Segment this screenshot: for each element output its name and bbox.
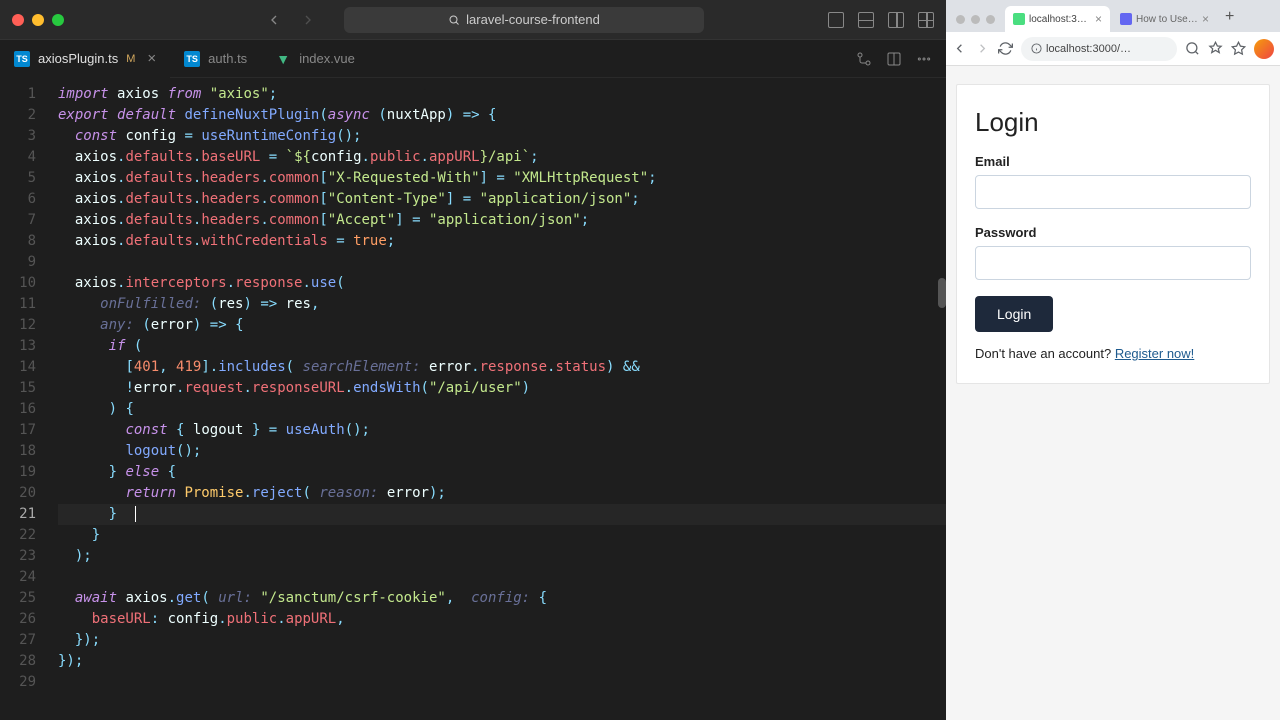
login-card: Login Email Password Login Don't have an…: [956, 84, 1270, 384]
ts-icon: TS: [14, 51, 30, 67]
maximize-window-icon[interactable]: [52, 14, 64, 26]
browser-tab-label: How to Use l…: [1136, 14, 1198, 25]
forward-icon[interactable]: [975, 41, 990, 56]
ts-icon: TS: [184, 51, 200, 67]
dot-icon[interactable]: [986, 15, 995, 24]
titlebar: laravel-course-frontend: [0, 0, 946, 40]
email-label: Email: [975, 154, 1251, 169]
login-title: Login: [975, 107, 1251, 138]
forward-icon[interactable]: [300, 12, 316, 28]
back-icon[interactable]: [266, 12, 282, 28]
layout-icon-1[interactable]: [828, 12, 844, 28]
close-icon[interactable]: ×: [1095, 12, 1102, 26]
back-icon[interactable]: [952, 41, 967, 56]
editor-tabbar: TS axiosPlugin.ts M × TS auth.ts ▼ index…: [0, 40, 946, 78]
dot-icon[interactable]: [956, 15, 965, 24]
tab-axiosplugin[interactable]: TS axiosPlugin.ts M ×: [0, 41, 170, 78]
minimize-window-icon[interactable]: [32, 14, 44, 26]
tab-label: auth.ts: [208, 51, 247, 66]
password-label: Password: [975, 225, 1251, 240]
new-tab-button[interactable]: +: [1219, 8, 1240, 32]
profile-avatar[interactable]: [1254, 39, 1274, 59]
dot-icon[interactable]: [971, 15, 980, 24]
browser-tab-howto[interactable]: How to Use l… ×: [1112, 6, 1217, 32]
layout-icons: [828, 12, 934, 28]
browser-tab-label: localhost:30…: [1029, 14, 1091, 25]
scroll-thumb[interactable]: [938, 278, 946, 308]
tab-label: index.vue: [299, 51, 355, 66]
layout-icon-4[interactable]: [918, 12, 934, 28]
register-text: Don't have an account?: [975, 346, 1115, 361]
code-area[interactable]: import axios from "axios";export default…: [58, 78, 946, 720]
favicon-icon: [1120, 13, 1132, 25]
code-editor[interactable]: 1234567891011121314151617181920212223242…: [0, 78, 946, 720]
search-icon: [448, 14, 460, 26]
close-window-icon[interactable]: [12, 14, 24, 26]
browser-tab-localhost[interactable]: localhost:30… ×: [1005, 6, 1110, 32]
info-icon: [1031, 43, 1042, 54]
window-controls: [12, 14, 64, 26]
modified-badge: M: [126, 53, 135, 65]
email-field[interactable]: [975, 175, 1251, 209]
line-gutter: 1234567891011121314151617181920212223242…: [0, 78, 58, 720]
extensions-icon[interactable]: [1208, 41, 1223, 56]
tab-actions: [856, 51, 946, 67]
password-field[interactable]: [975, 246, 1251, 280]
project-search[interactable]: laravel-course-frontend: [344, 7, 704, 33]
browser-tabbar: localhost:30… × How to Use l… × +: [946, 0, 1280, 32]
browser-window: localhost:30… × How to Use l… × + localh…: [946, 0, 1280, 720]
browser-toolbar: localhost:3000/…: [946, 32, 1280, 66]
layout-icon-2[interactable]: [858, 12, 874, 28]
more-icon[interactable]: [916, 51, 932, 67]
close-icon[interactable]: ×: [147, 50, 156, 67]
tab-auth[interactable]: TS auth.ts: [170, 40, 261, 77]
close-icon[interactable]: ×: [1202, 12, 1209, 26]
minimap[interactable]: [938, 78, 946, 720]
login-button[interactable]: Login: [975, 296, 1053, 332]
browser-viewport: Login Email Password Login Don't have an…: [946, 66, 1280, 720]
nav-buttons: [266, 12, 316, 28]
tab-label: axiosPlugin.ts: [38, 51, 118, 66]
register-link[interactable]: Register now!: [1115, 346, 1194, 361]
split-icon[interactable]: [886, 51, 902, 67]
bookmark-icon[interactable]: [1231, 41, 1246, 56]
layout-icon-3[interactable]: [888, 12, 904, 28]
register-prompt: Don't have an account? Register now!: [975, 346, 1251, 361]
browser-window-controls: [952, 15, 1003, 32]
favicon-icon: [1013, 13, 1025, 25]
browser-actions: [1185, 39, 1274, 59]
tab-index[interactable]: ▼ index.vue: [261, 40, 369, 77]
project-name: laravel-course-frontend: [466, 12, 600, 27]
reload-icon[interactable]: [998, 41, 1013, 56]
zoom-icon[interactable]: [1185, 41, 1200, 56]
compare-icon[interactable]: [856, 51, 872, 67]
url-text: localhost:3000/…: [1046, 43, 1131, 55]
vue-icon: ▼: [275, 51, 291, 67]
ide-window: laravel-course-frontend TS axiosPlugin.t…: [0, 0, 946, 720]
url-bar[interactable]: localhost:3000/…: [1021, 37, 1177, 61]
